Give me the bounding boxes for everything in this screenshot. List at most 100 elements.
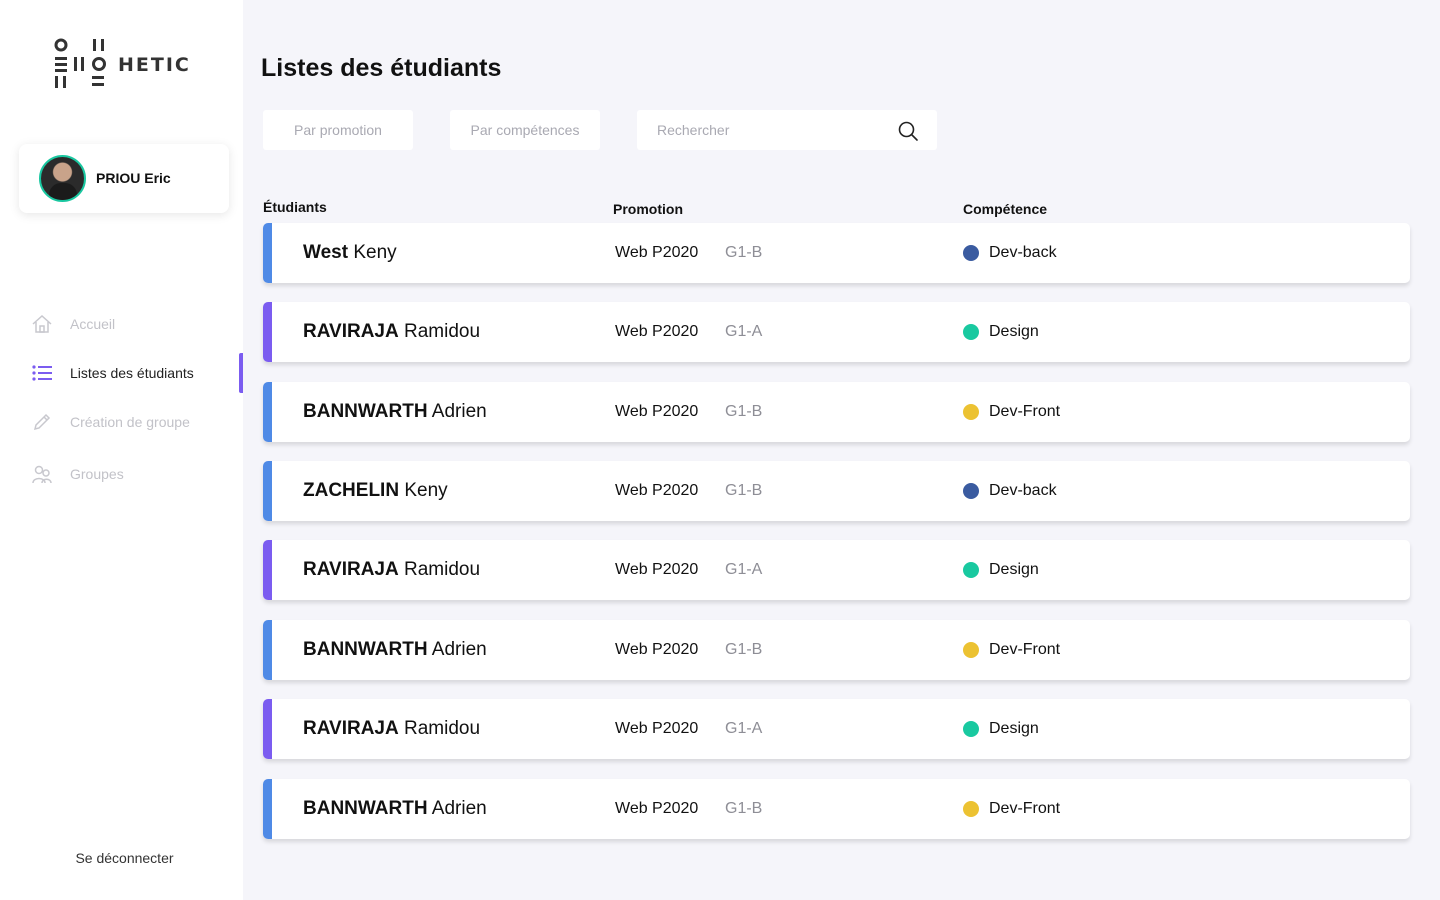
student-skill: Dev-Front <box>989 800 1061 817</box>
student-group: G1-A <box>725 561 763 578</box>
list-icon <box>32 365 52 381</box>
row-color-bar <box>263 223 272 283</box>
student-group: G1-B <box>725 482 763 499</box>
row-color-bar <box>263 461 272 521</box>
skill-dot <box>963 562 979 578</box>
skill-dot <box>963 404 979 420</box>
student-last-name: West <box>303 242 349 263</box>
sidebar-item-creation[interactable]: Création de groupe <box>0 402 243 442</box>
skill-dot <box>963 483 979 499</box>
student-name: BANNWARTH Adrien <box>303 639 487 661</box>
logout-link[interactable]: Se déconnecter <box>0 850 249 866</box>
student-first-name: Ramidou <box>404 718 481 739</box>
student-last-name: RAVIRAJA <box>303 321 399 342</box>
table-row[interactable]: RAVIRAJA Ramidou Web P2020 G1-A Design <box>263 540 1410 600</box>
student-first-name: Ramidou <box>404 321 481 342</box>
sidebar-item-listes[interactable]: Listes des étudiants <box>0 353 243 393</box>
student-group: G1-B <box>725 641 763 658</box>
search-box <box>637 110 937 150</box>
student-skill: Design <box>989 323 1039 340</box>
users-icon <box>32 465 52 484</box>
student-name: RAVIRAJA Ramidou <box>303 718 480 740</box>
student-promotion: Web P2020 <box>615 720 699 737</box>
student-first-name: Adrien <box>431 401 487 422</box>
student-name: RAVIRAJA Ramidou <box>303 559 480 581</box>
pencil-icon <box>33 413 51 431</box>
skill-dot <box>963 324 979 340</box>
student-skill: Dev-back <box>989 482 1057 499</box>
student-first-name: Adrien <box>431 639 487 660</box>
logo-mark-icon <box>54 38 106 88</box>
student-last-name: RAVIRAJA <box>303 718 399 739</box>
student-skill: Design <box>989 720 1039 737</box>
student-name: BANNWARTH Adrien <box>303 798 487 820</box>
student-promotion: Web P2020 <box>615 323 699 340</box>
student-group: G1-B <box>725 244 763 261</box>
sidebar-item-label: Groupes <box>70 466 124 482</box>
student-last-name: BANNWARTH <box>303 798 428 819</box>
row-color-bar <box>263 302 272 362</box>
student-skill: Design <box>989 561 1039 578</box>
table-row[interactable]: West Keny Web P2020 G1-B Dev-back <box>263 223 1410 283</box>
student-first-name: Adrien <box>431 798 487 819</box>
skill-dot <box>963 642 979 658</box>
brand-name: HETIC <box>118 54 191 76</box>
search-icon[interactable] <box>897 120 919 142</box>
search-input[interactable] <box>637 110 887 150</box>
sidebar-item-label: Listes des étudiants <box>70 365 194 381</box>
row-color-bar <box>263 699 272 759</box>
student-skill: Dev-Front <box>989 403 1061 420</box>
student-last-name: BANNWARTH <box>303 401 428 422</box>
home-icon <box>32 314 52 333</box>
student-promotion: Web P2020 <box>615 244 699 261</box>
row-color-bar <box>263 779 272 839</box>
table-row[interactable]: BANNWARTH Adrien Web P2020 G1-B Dev-Front <box>263 382 1410 442</box>
student-group: G1-A <box>725 720 763 737</box>
skill-dot <box>963 801 979 817</box>
student-name: BANNWARTH Adrien <box>303 401 487 423</box>
student-last-name: ZACHELIN <box>303 480 400 501</box>
student-promotion: Web P2020 <box>615 482 699 499</box>
sidebar-item-label: Création de groupe <box>70 414 190 430</box>
student-first-name: Keny <box>353 242 397 263</box>
table-row[interactable]: BANNWARTH Adrien Web P2020 G1-B Dev-Front <box>263 620 1410 680</box>
student-name: ZACHELIN Keny <box>303 480 448 502</box>
student-skill: Dev-back <box>989 244 1057 261</box>
student-first-name: Ramidou <box>404 559 481 580</box>
student-promotion: Web P2020 <box>615 800 699 817</box>
student-last-name: BANNWARTH <box>303 639 428 660</box>
table-row[interactable]: ZACHELIN Keny Web P2020 G1-B Dev-back <box>263 461 1410 521</box>
student-last-name: RAVIRAJA <box>303 559 399 580</box>
table-row[interactable]: RAVIRAJA Ramidou Web P2020 G1-A Design <box>263 699 1410 759</box>
sidebar-item-accueil[interactable]: Accueil <box>0 304 243 344</box>
profile-card[interactable]: PRIOU Eric <box>19 144 229 213</box>
student-promotion: Web P2020 <box>615 561 699 578</box>
student-name: West Keny <box>303 242 397 264</box>
sidebar: HETIC PRIOU Eric Accueil Listes des étud… <box>0 0 243 900</box>
column-header-students: Étudiants <box>263 199 327 215</box>
student-group: G1-B <box>725 800 763 817</box>
row-color-bar <box>263 382 272 442</box>
student-name: RAVIRAJA Ramidou <box>303 321 480 343</box>
row-color-bar <box>263 540 272 600</box>
student-promotion: Web P2020 <box>615 403 699 420</box>
sidebar-item-groupes[interactable]: Groupes <box>0 454 243 494</box>
student-first-name: Keny <box>404 480 448 501</box>
active-indicator <box>239 353 243 393</box>
column-header-competence: Compétence <box>963 201 1048 217</box>
student-group: G1-A <box>725 323 763 340</box>
profile-name: PRIOU Eric <box>96 170 171 186</box>
table-row[interactable]: BANNWARTH Adrien Web P2020 G1-B Dev-Front <box>263 779 1410 839</box>
sidebar-item-label: Accueil <box>70 316 116 332</box>
student-skill: Dev-Front <box>989 641 1061 658</box>
student-promotion: Web P2020 <box>615 641 699 658</box>
filter-promotion-button[interactable]: Par promotion <box>263 110 413 150</box>
page-title: Listes des étudiants <box>261 54 502 82</box>
filter-competences-button[interactable]: Par compétences <box>450 110 600 150</box>
skill-dot <box>963 245 979 261</box>
student-group: G1-B <box>725 403 763 420</box>
row-color-bar <box>263 620 272 680</box>
hetic-logo[interactable]: HETIC <box>54 38 204 90</box>
table-row[interactable]: RAVIRAJA Ramidou Web P2020 G1-A Design <box>263 302 1410 362</box>
skill-dot <box>963 721 979 737</box>
